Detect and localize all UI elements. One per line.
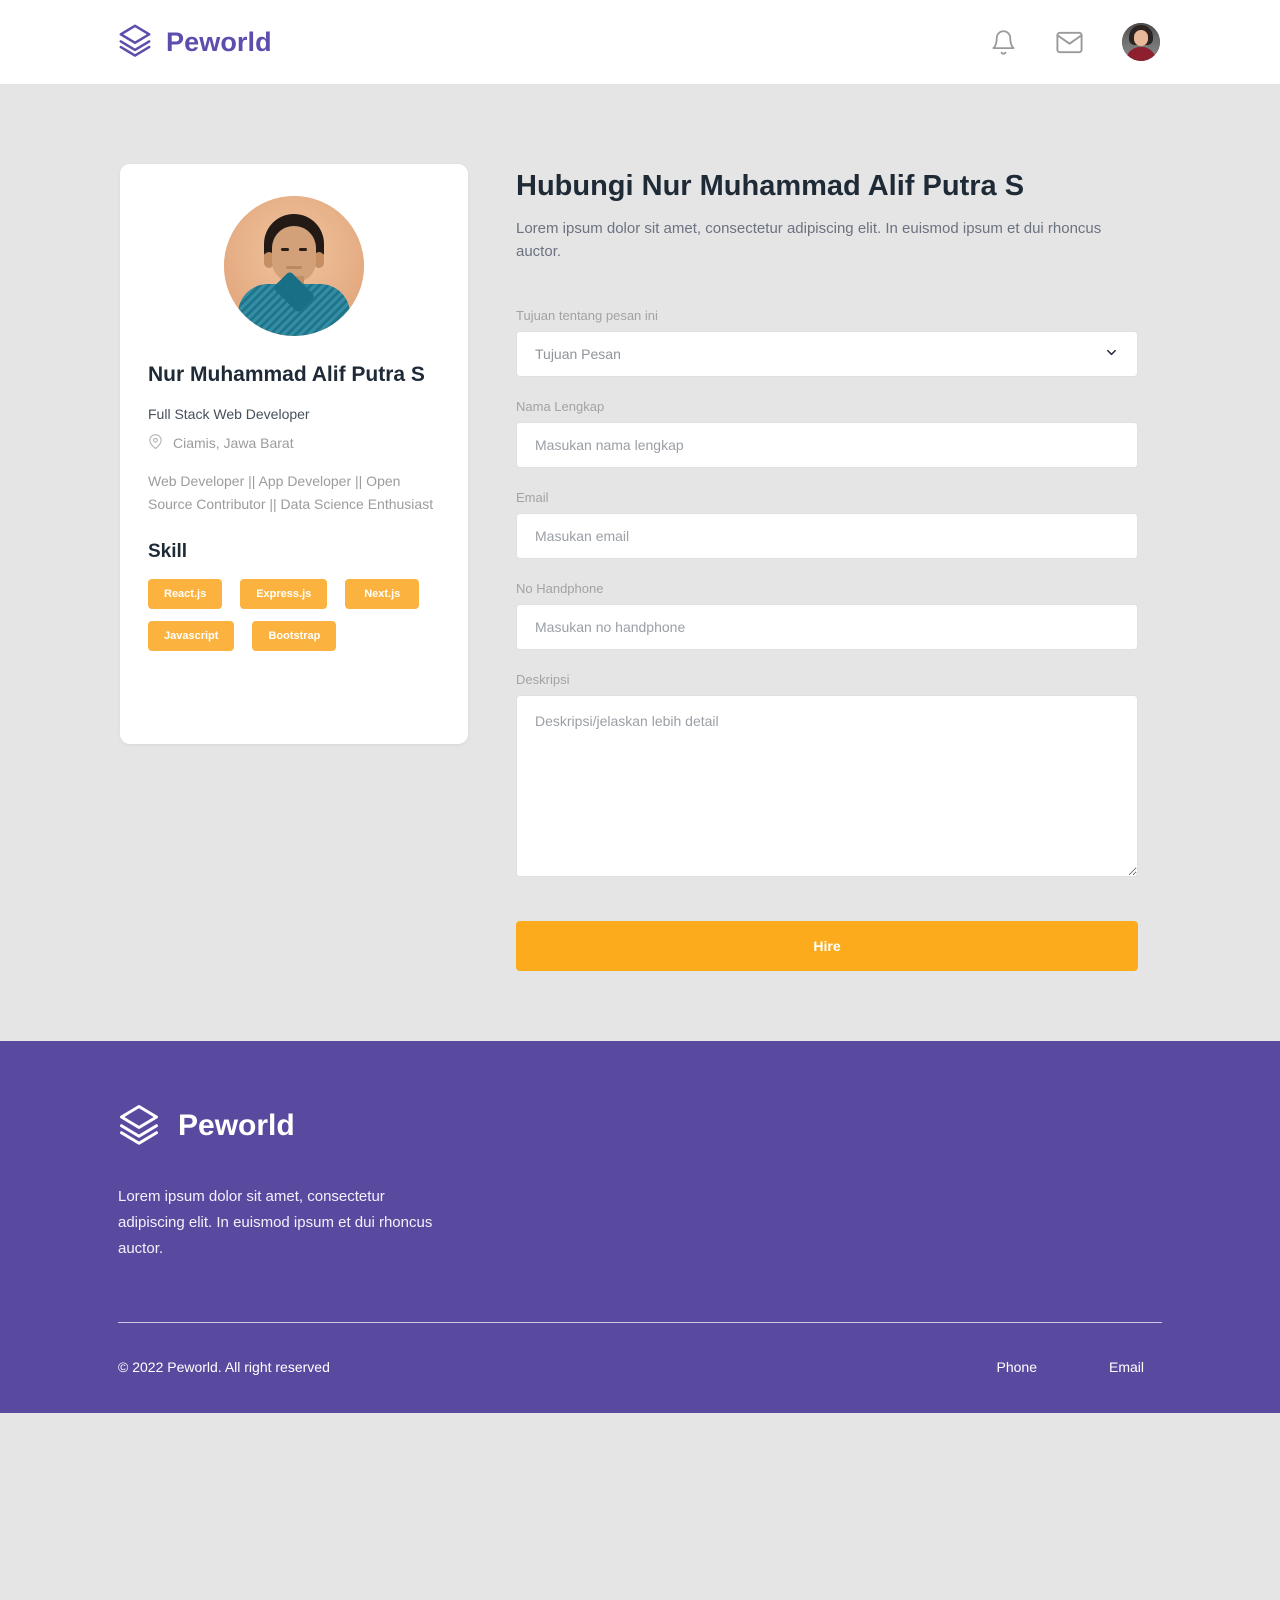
page-title: Hubungi Nur Muhammad Alif Putra S	[516, 170, 1025, 202]
content-container: Nur Muhammad Alif Putra S Full Stack Web…	[120, 84, 1160, 971]
page-subtitle: Lorem ipsum dolor sit amet, consectetur …	[516, 220, 1102, 261]
layers-icon	[118, 1103, 160, 1150]
photo-eye-left	[281, 248, 289, 251]
photo-face	[272, 226, 316, 282]
envelope-icon[interactable]	[1055, 28, 1084, 57]
profile-location: Ciamis, Jawa Barat	[148, 434, 440, 452]
map-pin-icon	[148, 434, 163, 452]
footer-links: Phone Email	[997, 1359, 1163, 1375]
skill-list: React.js Express.js Next.js Javascript B…	[148, 579, 440, 652]
purpose-label: Tujuan tentang pesan ini	[516, 307, 658, 323]
footer-brand[interactable]: Peworld	[118, 1103, 1162, 1150]
footer-bottom: © 2022 Peworld. All right reserved Phone…	[118, 1359, 1162, 1375]
contact-form-section: Hubungi Nur Muhammad Alif Putra S Lorem …	[516, 164, 1160, 971]
purpose-select[interactable]: Tujuan Pesan	[516, 330, 1138, 377]
avatar[interactable]	[1122, 23, 1160, 61]
fullname-label: Nama Lengkap	[516, 398, 605, 414]
chevron-down-icon	[1104, 345, 1119, 363]
profile-name: Nur Muhammad Alif Putra S	[148, 363, 425, 386]
phone-label: No Handphone	[516, 580, 604, 596]
skill-badge[interactable]: Express.js	[240, 579, 328, 610]
page-footer: Peworld Lorem ipsum dolor sit amet, cons…	[0, 1040, 1280, 1414]
profile-photo	[224, 196, 364, 336]
bell-icon[interactable]	[990, 29, 1017, 56]
skill-badge[interactable]: React.js	[148, 579, 223, 610]
profile-location-text: Ciamis, Jawa Barat	[173, 435, 294, 452]
page-body: Nur Muhammad Alif Putra S Full Stack Web…	[0, 84, 1280, 1041]
email-label: Email	[516, 489, 549, 505]
brand-logo[interactable]: Peworld	[118, 23, 272, 62]
footer-brand-name: Peworld	[178, 1109, 295, 1142]
email-field[interactable]	[516, 512, 1138, 559]
photo-eye-right	[299, 248, 307, 251]
profile-description: Web Developer || App Developer || Open S…	[148, 473, 434, 512]
photo-mouth	[286, 266, 302, 269]
footer-link-phone[interactable]: Phone	[997, 1359, 1037, 1375]
field-description: Deskripsi	[516, 672, 1160, 877]
profile-role: Full Stack Web Developer	[148, 406, 310, 423]
top-navbar: Peworld	[0, 0, 1280, 84]
fullname-input[interactable]	[516, 421, 1138, 468]
skill-badge[interactable]: Next.js	[345, 579, 420, 610]
skill-badge[interactable]: Bootstrap	[252, 621, 337, 652]
skill-heading: Skill	[148, 541, 188, 563]
purpose-selected-value: Tujuan Pesan	[535, 345, 621, 362]
brand-name: Peworld	[166, 26, 272, 57]
hire-button[interactable]: Hire	[516, 920, 1138, 971]
phone-input[interactable]	[516, 603, 1138, 650]
layers-icon	[118, 23, 152, 62]
description-label: Deskripsi	[516, 671, 570, 687]
field-fullname: Nama Lengkap	[516, 399, 1160, 468]
footer-divider	[118, 1322, 1162, 1324]
description-textarea[interactable]	[516, 694, 1138, 877]
field-phone: No Handphone	[516, 581, 1160, 650]
copyright-text: © 2022 Peworld. All right reserved	[118, 1359, 330, 1376]
avatar-face	[1134, 30, 1148, 46]
footer-link-email[interactable]: Email	[1109, 1359, 1144, 1375]
navbar-actions	[990, 23, 1160, 61]
field-email: Email	[516, 490, 1160, 559]
footer-description: Lorem ipsum dolor sit amet, consectetur …	[118, 1187, 433, 1258]
profile-card: Nur Muhammad Alif Putra S Full Stack Web…	[120, 164, 468, 744]
profile-photo-wrapper	[148, 196, 440, 336]
skill-badge[interactable]: Javascript	[148, 621, 235, 652]
field-purpose: Tujuan tentang pesan ini Tujuan Pesan	[516, 308, 1160, 377]
